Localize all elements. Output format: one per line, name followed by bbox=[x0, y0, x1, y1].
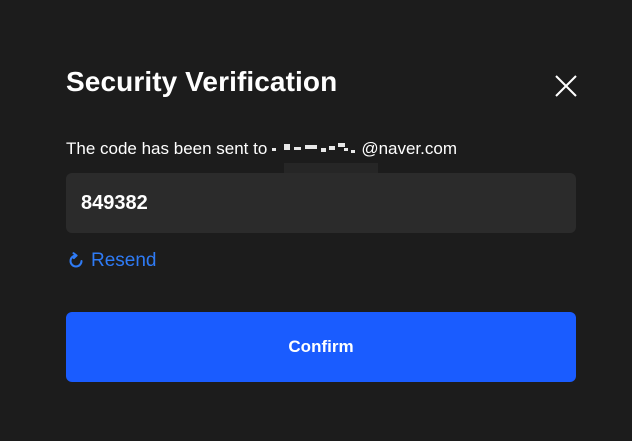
resend-link[interactable]: Resend bbox=[66, 248, 157, 274]
close-button[interactable] bbox=[550, 70, 582, 102]
dialog-title: Security Verification bbox=[66, 66, 338, 97]
security-verification-dialog: Security Verification The code has been … bbox=[0, 0, 632, 441]
resend-label: Resend bbox=[91, 250, 157, 271]
masked-email-user bbox=[269, 137, 359, 161]
verification-code-input[interactable] bbox=[66, 173, 576, 233]
description-prefix: The code has been sent to bbox=[66, 139, 268, 158]
email-tooltip-shadow bbox=[284, 163, 378, 173]
confirm-button[interactable]: Confirm bbox=[66, 312, 576, 382]
refresh-icon bbox=[66, 251, 86, 271]
close-icon bbox=[555, 75, 577, 97]
email-domain: @naver.com bbox=[361, 139, 457, 158]
code-sent-description: The code has been sent to @naver.com bbox=[66, 137, 457, 161]
